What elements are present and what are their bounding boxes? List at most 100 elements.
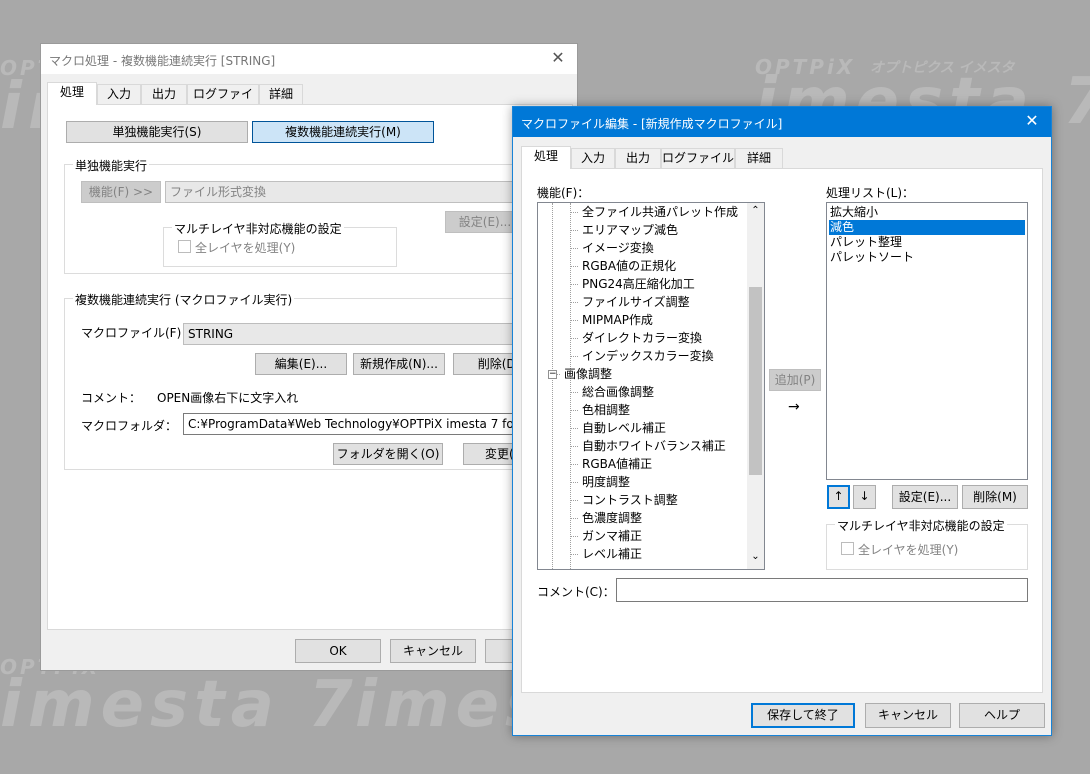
- main-panel: 単独機能実行(S) 複数機能連続実行(M) 単独機能実行 機能(F) >> ファ…: [47, 104, 585, 630]
- close-icon[interactable]: ✕: [1021, 110, 1043, 132]
- tree-connector: [570, 248, 578, 249]
- move-down-button[interactable]: ↓: [853, 485, 876, 509]
- tab-input[interactable]: 入力: [97, 84, 141, 104]
- open-folder-button[interactable]: フォルダを開く(O): [333, 443, 443, 465]
- tree-connector: [570, 428, 578, 429]
- tree-item[interactable]: 自動ホワイトバランス補正: [582, 437, 726, 455]
- macro-folder-label: マクロフォルダ：: [81, 419, 178, 433]
- edit-button[interactable]: 編集(E)...: [255, 353, 347, 375]
- function-button[interactable]: 機能(F) >>: [81, 181, 161, 203]
- arrow-down-icon: ↓: [859, 489, 870, 503]
- tree-item[interactable]: ダイレクトカラー変換: [582, 329, 702, 347]
- ok-button[interactable]: OK: [295, 639, 381, 663]
- scroll-up-icon[interactable]: ⌃: [747, 205, 764, 216]
- list-item[interactable]: 減色: [829, 220, 1025, 235]
- tree-item[interactable]: レベル補正: [582, 545, 642, 563]
- main-cancel-button[interactable]: キャンセル: [390, 639, 476, 663]
- tree-item[interactable]: コントラスト調整: [582, 491, 678, 509]
- list-item[interactable]: 拡大縮小: [829, 205, 1025, 220]
- tree-connector: [570, 554, 578, 555]
- tree-connector: [570, 212, 578, 213]
- editor-multilayer-group-title: マルチレイヤ非対応機能の設定: [835, 517, 1007, 534]
- tree-item[interactable]: エリアマップ減色: [582, 221, 678, 239]
- tab-details[interactable]: 詳細: [259, 84, 303, 104]
- tree-connector: [570, 338, 578, 339]
- watermark-brand-sub-right: オプトピクス イメスタ: [870, 60, 1015, 76]
- tree-connector: [570, 230, 578, 231]
- tab-logfile[interactable]: ログファイル: [187, 84, 259, 119]
- tree-item[interactable]: 自動レベル補正: [582, 419, 666, 437]
- all-layers-checkbox[interactable]: [178, 240, 191, 253]
- tab-output[interactable]: 出力: [615, 148, 661, 168]
- tree-item[interactable]: PNG24高圧縮化加工: [582, 275, 695, 293]
- tree-item[interactable]: イメージ変換: [582, 239, 654, 257]
- tree-scrollbar[interactable]: ⌃ ⌄: [747, 203, 764, 569]
- help-button[interactable]: ヘルプ: [959, 703, 1045, 728]
- close-icon[interactable]: ✕: [547, 47, 569, 69]
- editor-titlebar[interactable]: マクロファイル編集 - [新規作成マクロファイル] ✕: [513, 107, 1051, 137]
- tab-output[interactable]: 出力: [141, 84, 187, 104]
- tab-logfile[interactable]: ログファイル: [661, 148, 735, 168]
- editor-comment-input[interactable]: [616, 578, 1028, 602]
- tree-connector: [570, 284, 578, 285]
- mode-multi-button[interactable]: 複数機能連続実行(M): [252, 121, 434, 143]
- save-and-close-button[interactable]: 保存して終了: [751, 703, 855, 728]
- editor-all-layers-label: 全レイヤを処理(Y): [858, 543, 959, 557]
- tree-item[interactable]: 色濃度調整: [582, 509, 642, 527]
- tree-connector: [570, 536, 578, 537]
- tree-item[interactable]: 明度調整: [582, 473, 630, 491]
- move-up-button[interactable]: ↑: [827, 485, 850, 509]
- add-button[interactable]: 追加(P): [769, 369, 821, 391]
- tree-item[interactable]: RGBA値の正規化: [582, 257, 676, 275]
- tree-guide-line-root: [552, 203, 553, 569]
- comment-value: OPEN画像右下に文字入れ: [157, 391, 299, 405]
- editor-panel: 機能(F)： 全ファイル共通パレット作成 エリアマップ減色 イメージ変換 RGBA値の…: [521, 168, 1043, 693]
- main-titlebar[interactable]: マクロ処理 - 複数機能連続実行 [STRING] ✕: [41, 44, 577, 74]
- tree-connector: [570, 392, 578, 393]
- new-button[interactable]: 新規作成(N)...: [353, 353, 445, 375]
- arrow-up-icon: ↑: [833, 489, 844, 503]
- arrow-right-icon: →: [788, 399, 800, 415]
- tree-item[interactable]: ファイルサイズ調整: [582, 293, 690, 311]
- main-window-title: マクロ処理 - 複数機能連続実行 [STRING]: [49, 54, 276, 68]
- editor-tabs: 処理 入力 出力 ログファイル 詳細: [521, 146, 821, 169]
- editor-cancel-button[interactable]: キャンセル: [865, 703, 951, 728]
- mode-single-button[interactable]: 単独機能実行(S): [66, 121, 248, 143]
- single-multilayer-group: マルチレイヤ非対応機能の設定 全レイヤを処理(Y): [163, 220, 397, 267]
- scroll-thumb[interactable]: [749, 287, 762, 475]
- tree-connector: [570, 518, 578, 519]
- tree-connector: [570, 302, 578, 303]
- tab-process[interactable]: 処理: [521, 146, 571, 169]
- tab-input[interactable]: 入力: [571, 148, 615, 168]
- scroll-down-icon[interactable]: ⌄: [747, 551, 764, 562]
- tree-category[interactable]: 画像調整: [564, 365, 612, 383]
- main-tabs: 処理 入力 出力 ログファイル 詳細: [47, 82, 347, 119]
- watermark-brand-big-bottom: imesta 7: [0, 668, 359, 742]
- function-tree[interactable]: 全ファイル共通パレット作成 エリアマップ減色 イメージ変換 RGBA値の正規化 PNG2…: [537, 202, 765, 570]
- main-window: マクロ処理 - 複数機能連続実行 [STRING] ✕ 処理 入力 出力 ログフ…: [40, 43, 585, 671]
- tree-item[interactable]: 総合画像調整: [582, 383, 654, 401]
- tree-connector: [570, 410, 578, 411]
- process-list[interactable]: 拡大縮小 減色 パレット整理 パレットソート: [826, 202, 1028, 480]
- process-list-label: 処理リスト(L)：: [826, 186, 915, 200]
- multi-section-title: 複数機能連続実行 (マクロファイル実行): [73, 291, 295, 308]
- list-settings-button[interactable]: 設定(E)...: [892, 485, 958, 509]
- list-item[interactable]: パレットソート: [829, 250, 1025, 265]
- list-delete-button[interactable]: 削除(M): [962, 485, 1028, 509]
- list-item[interactable]: パレット整理: [829, 235, 1025, 250]
- tree-item[interactable]: インデックスカラー変換: [582, 347, 714, 365]
- tree-connector: [570, 266, 578, 267]
- function-tree-content: 全ファイル共通パレット作成 エリアマップ減色 イメージ変換 RGBA値の正規化 PNG2…: [538, 203, 748, 569]
- collapse-icon[interactable]: −: [548, 370, 557, 379]
- macro-file-label: マクロファイル(F)：: [81, 326, 194, 340]
- tab-details[interactable]: 詳細: [735, 148, 783, 168]
- tree-connector: [570, 482, 578, 483]
- tree-item[interactable]: RGBA値補正: [582, 455, 652, 473]
- tree-connector: [570, 356, 578, 357]
- tree-item[interactable]: 全ファイル共通パレット作成: [582, 203, 738, 221]
- tree-item[interactable]: MIPMAP作成: [582, 311, 653, 329]
- tab-process[interactable]: 処理: [47, 82, 97, 105]
- tree-item[interactable]: 色相調整: [582, 401, 630, 419]
- editor-all-layers-checkbox[interactable]: [841, 542, 854, 555]
- tree-item[interactable]: ガンマ補正: [582, 527, 642, 545]
